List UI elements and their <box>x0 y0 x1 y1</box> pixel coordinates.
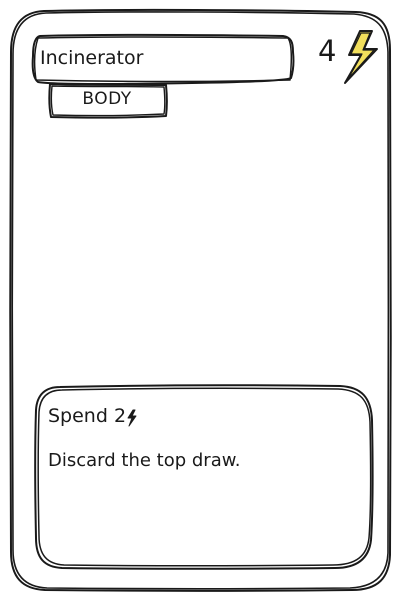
card-name: Incinerator <box>40 47 144 69</box>
card-cost: 4 <box>318 34 337 68</box>
mini-lightning-bolt-icon <box>127 409 137 427</box>
lightning-bolt-icon <box>344 30 378 84</box>
game-card[interactable]: Incinerator BODY 4 Spend 2 Discard the t… <box>0 0 400 600</box>
ability-cost-label: Spend 2 <box>48 405 127 427</box>
ability-text: Discard the top draw. <box>48 450 241 471</box>
card-type-label: BODY <box>82 89 132 109</box>
